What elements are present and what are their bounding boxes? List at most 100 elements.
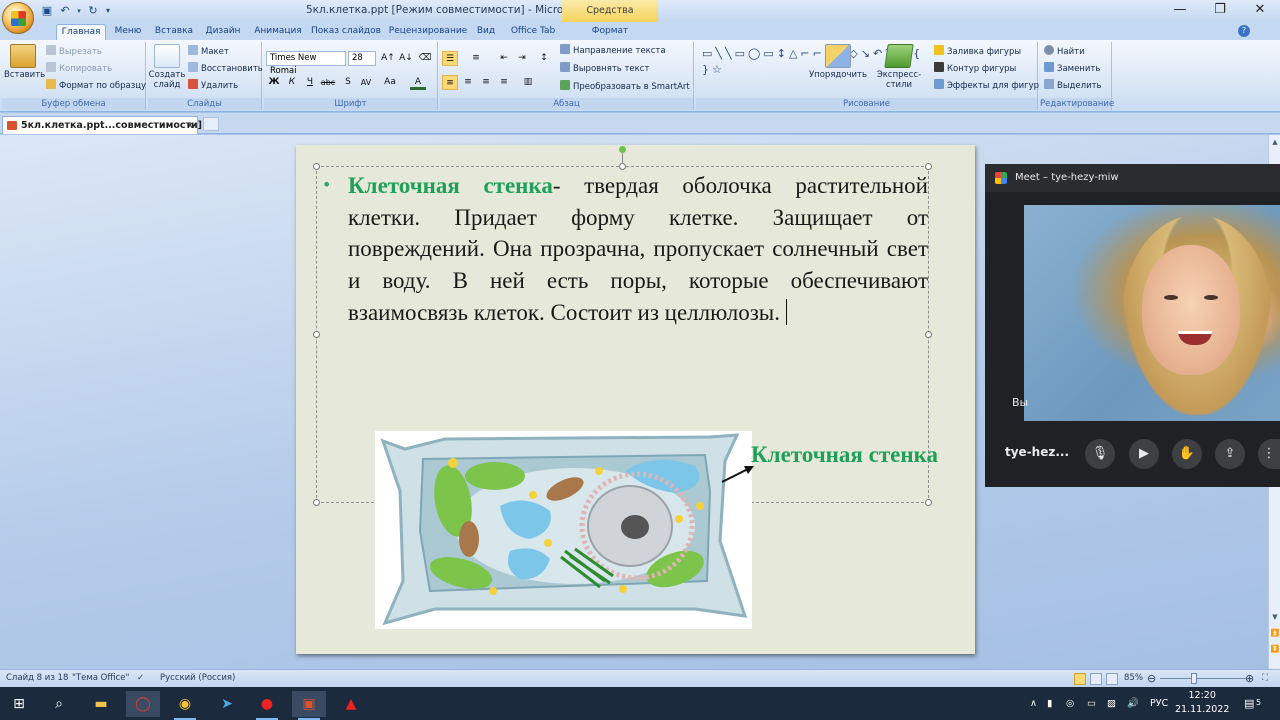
replace-button[interactable]: Заменить [1044, 62, 1100, 76]
more-options-icon[interactable]: ⋮ [1258, 439, 1280, 469]
cut-button[interactable]: Вырезать [46, 45, 102, 59]
image-caption[interactable]: Клеточная стенка [751, 442, 938, 468]
char-spacing-button[interactable]: AV [358, 75, 374, 90]
resize-handle[interactable] [925, 331, 932, 338]
align-center-icon[interactable]: ≡ [460, 75, 476, 90]
font-size-combo[interactable]: 28 [348, 51, 376, 66]
prev-slide-icon[interactable]: ⏫ [1270, 629, 1280, 637]
shape-fill-button[interactable]: Заливка фигуры [934, 45, 1021, 59]
input-language[interactable]: РУС [1150, 687, 1168, 720]
font-color-button[interactable]: A [410, 75, 426, 90]
layout-button[interactable]: Макет [188, 45, 229, 59]
slideshow-view-icon[interactable] [1106, 673, 1118, 685]
tab-review[interactable]: Рецензирование [388, 24, 468, 40]
restore-icon[interactable]: ❐ [1200, 0, 1240, 20]
battery-icon[interactable]: ▭ [1087, 687, 1096, 720]
columns-icon[interactable]: ▥ [520, 75, 536, 90]
bold-button[interactable]: Ж [266, 75, 282, 90]
underline-button[interactable]: Ч [302, 75, 318, 90]
resize-handle[interactable] [313, 163, 320, 170]
opera-icon[interactable]: ◯ [126, 691, 160, 717]
powerpoint-icon[interactable]: ▣ [292, 691, 326, 720]
shadow-button[interactable]: S [340, 75, 356, 90]
spellcheck-icon[interactable]: ✓ [137, 670, 144, 687]
resize-handle[interactable] [313, 331, 320, 338]
search-icon[interactable]: ⌕ [42, 691, 76, 717]
resize-handle[interactable] [619, 163, 626, 170]
document-tab-close-icon[interactable]: x [187, 117, 193, 134]
present-screen-icon[interactable]: ⇪ [1215, 439, 1245, 469]
bullets-icon[interactable]: ☰ [442, 51, 458, 66]
shapes-gallery[interactable]: ▭╲╲▭◯▭↕△⌐⌐⇨⇩◇↘↶⌒⌒{ }☆ [702, 46, 920, 96]
resize-handle[interactable] [313, 499, 320, 506]
office-button[interactable] [2, 2, 34, 34]
camera-icon[interactable]: ▶ [1129, 439, 1159, 469]
language-indicator[interactable]: Русский (Россия) [160, 670, 235, 687]
align-right-icon[interactable]: ≡ [478, 75, 494, 90]
fit-to-window-icon[interactable]: ⛶ [1262, 670, 1268, 687]
normal-view-icon[interactable] [1074, 673, 1086, 685]
minimize-icon[interactable]: — [1160, 0, 1200, 20]
document-tab[interactable]: 5кл.клетка.ppt...совместимости] x [2, 116, 202, 134]
resize-handle[interactable] [925, 163, 932, 170]
paste-button[interactable]: Вставить [4, 44, 45, 80]
numbering-icon[interactable]: ≡ [468, 51, 484, 66]
text-direction-button[interactable]: Направление текста [560, 44, 666, 58]
close-icon[interactable]: ✕ [1240, 0, 1280, 20]
scroll-up-icon[interactable]: ▲ [1270, 138, 1280, 146]
smartart-button[interactable]: Преобразовать в SmartArt [560, 80, 690, 94]
italic-button[interactable]: К [284, 75, 300, 90]
pdf-reader-icon[interactable]: ▲ [334, 691, 368, 717]
tab-insert[interactable]: Вставка [152, 24, 196, 40]
slide-canvas[interactable]: • Клеточная стенка- твердая оболочка рас… [296, 145, 975, 654]
new-slide-button[interactable]: Создать слайд [148, 44, 186, 90]
change-case-button[interactable]: Aa [382, 75, 398, 90]
tab-office-tab[interactable]: Office Tab [506, 24, 560, 40]
help-icon[interactable]: ? [1238, 25, 1250, 37]
next-slide-icon[interactable]: ⏬ [1270, 645, 1280, 653]
meet-pip-window[interactable]: Meet – tye-hezy-miw Вы tye-hez... 🎙 ▶ ✋ … [985, 164, 1280, 487]
tab-slideshow[interactable]: Показ слайдов [310, 24, 382, 40]
new-tab-button[interactable] [203, 117, 219, 131]
grow-font-icon[interactable]: A↑ [380, 51, 396, 66]
microphone-icon[interactable]: 🎙 [1085, 439, 1115, 469]
align-left-icon[interactable]: ≡ [442, 75, 458, 90]
quick-styles-button[interactable]: Экспресс-стили [866, 44, 932, 90]
sorter-view-icon[interactable] [1090, 673, 1102, 685]
tray-app-icon[interactable]: ▨ [1107, 687, 1116, 720]
windows-start-icon[interactable]: ⊞ [2, 691, 36, 717]
tab-format[interactable]: Формат [580, 24, 640, 40]
shape-effects-button[interactable]: Эффекты для фигур [934, 79, 1039, 93]
raise-hand-icon[interactable]: ✋ [1172, 439, 1202, 469]
tray-expand-icon[interactable]: ∧ [1030, 687, 1037, 720]
justify-icon[interactable]: ≡ [496, 75, 512, 90]
plant-cell-image[interactable] [375, 431, 752, 629]
increase-indent-icon[interactable]: ⇥ [514, 51, 530, 66]
volume-icon[interactable]: 🔊 [1127, 687, 1139, 720]
copy-button[interactable]: Копировать [46, 62, 112, 76]
scroll-down-icon[interactable]: ▼ [1270, 613, 1280, 621]
line-spacing-icon[interactable]: ↕ [536, 51, 552, 66]
zoom-slider-thumb[interactable] [1191, 673, 1197, 684]
strikethrough-button[interactable]: abc [320, 75, 336, 90]
chrome-icon[interactable]: ◉ [168, 691, 202, 720]
align-text-button[interactable]: Выровнять текст [560, 62, 649, 76]
font-name-combo[interactable]: Times New Romai [266, 51, 346, 76]
tab-animation[interactable]: Анимация [250, 24, 306, 40]
zoom-level[interactable]: 85% [1124, 670, 1143, 687]
zoom-in-icon[interactable]: ⊕ [1245, 670, 1254, 687]
delete-slide-button[interactable]: Удалить [188, 79, 238, 93]
format-painter-button[interactable]: Формат по образцу [46, 79, 146, 93]
shrink-font-icon[interactable]: A↓ [398, 51, 414, 66]
taskbar-clock[interactable]: 12:20 21.11.2022 [1175, 689, 1229, 717]
slide-body-text[interactable]: Клеточная стенка- твердая оболочка расти… [348, 170, 928, 329]
decrease-indent-icon[interactable]: ⇤ [496, 51, 512, 66]
arrange-button[interactable]: Упорядочить [808, 44, 868, 80]
tray-app-icon[interactable]: ◎ [1066, 687, 1074, 720]
tray-app-icon[interactable]: ▮ [1047, 687, 1052, 720]
select-button[interactable]: Выделить [1044, 79, 1102, 93]
zoom-slider[interactable] [1160, 678, 1246, 679]
telegram-icon[interactable]: ➤ [210, 691, 244, 717]
shape-outline-button[interactable]: Контур фигуры [934, 62, 1016, 76]
meet-header[interactable]: Meet – tye-hezy-miw [985, 164, 1280, 192]
